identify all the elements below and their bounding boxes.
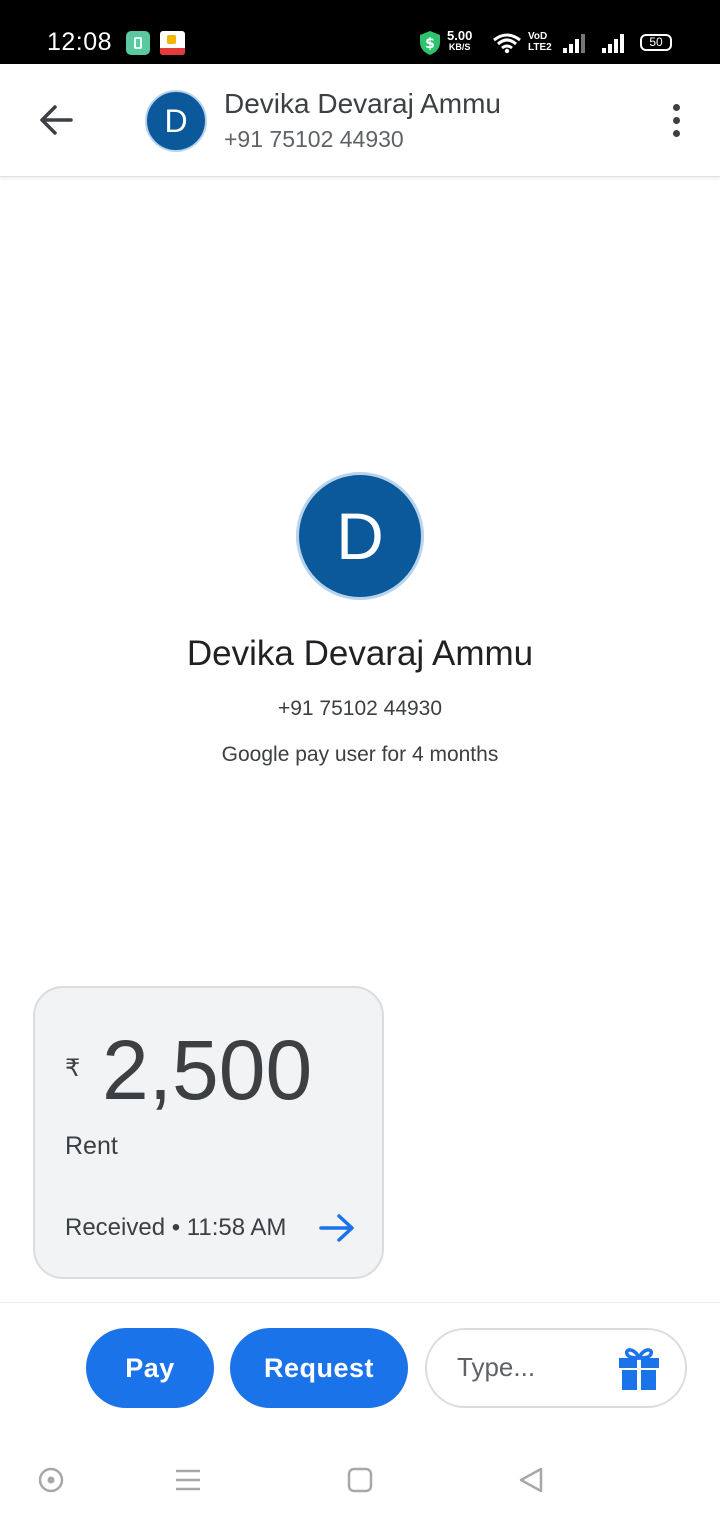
network-speed: 5.00 KB/S [447, 29, 472, 52]
rounded-square-icon [347, 1467, 373, 1493]
request-button[interactable]: Request [230, 1328, 408, 1408]
status-time: 12:08 [47, 28, 113, 56]
system-nav-bar [0, 1440, 720, 1520]
message-placeholder: Type... [457, 1352, 536, 1382]
nav-home-button[interactable] [340, 1460, 380, 1500]
signal-icon-sim2 [602, 34, 624, 53]
status-bar: 12:08 $ 5.00 KB/S VoD LTE2 50 [0, 0, 720, 64]
battery-icon: 50 [640, 34, 672, 51]
contact-avatar[interactable]: D [145, 90, 207, 152]
wifi-icon [493, 33, 521, 54]
volte-line-1: VoD [528, 31, 548, 42]
message-input[interactable]: Type... [425, 1328, 687, 1408]
vpn-shield-icon: $ [420, 31, 440, 55]
profile-avatar: D [296, 472, 424, 600]
profile-name: Devika Devaraj Ammu [186, 634, 534, 673]
menu-lines-icon [176, 1469, 200, 1491]
nav-back-button[interactable] [511, 1460, 551, 1500]
contact-phone: +91 75102 44930 [224, 126, 404, 152]
profile-phone: +91 75102 44930 [277, 697, 443, 720]
network-speed-unit: KB/S [448, 42, 471, 52]
nav-recents-button[interactable] [168, 1460, 208, 1500]
nav-assistant-button[interactable] [31, 1460, 71, 1500]
conversation-header: D Devika Devaraj Ammu +91 75102 44930 [0, 64, 720, 177]
payment-card[interactable]: ₹ 2,500 Rent Received • 11:58 AM [33, 986, 384, 1279]
signal-icon-sim1 [563, 34, 585, 53]
pay-button[interactable]: Pay [86, 1328, 214, 1408]
payment-memo: Rent [65, 1132, 118, 1160]
payment-amount: 2,500 [102, 1023, 313, 1117]
gift-icon[interactable] [615, 1344, 663, 1392]
action-bar-divider [0, 1302, 720, 1303]
profile-member-since: Google pay user for 4 months [221, 743, 499, 766]
triangle-left-icon [519, 1467, 543, 1493]
more-vert-icon [672, 103, 680, 111]
contact-name[interactable]: Devika Devaraj Ammu [224, 88, 501, 120]
volte-line-2: LTE2 [528, 42, 552, 53]
arrow-right-icon[interactable] [317, 1210, 357, 1246]
network-speed-value: 5.00 [447, 28, 473, 43]
notification-app-icon-2 [160, 31, 185, 55]
payment-status: Received • 11:58 AM [65, 1214, 287, 1241]
circle-dot-icon [38, 1467, 64, 1493]
currency-symbol: ₹ [65, 1055, 81, 1082]
more-options-button[interactable] [656, 94, 696, 146]
arrow-left-icon [40, 105, 73, 135]
volte-indicator: VoD LTE2 [528, 31, 552, 53]
svg-text:$: $ [425, 36, 435, 52]
back-button[interactable] [30, 96, 82, 144]
notification-app-icon [126, 31, 150, 55]
